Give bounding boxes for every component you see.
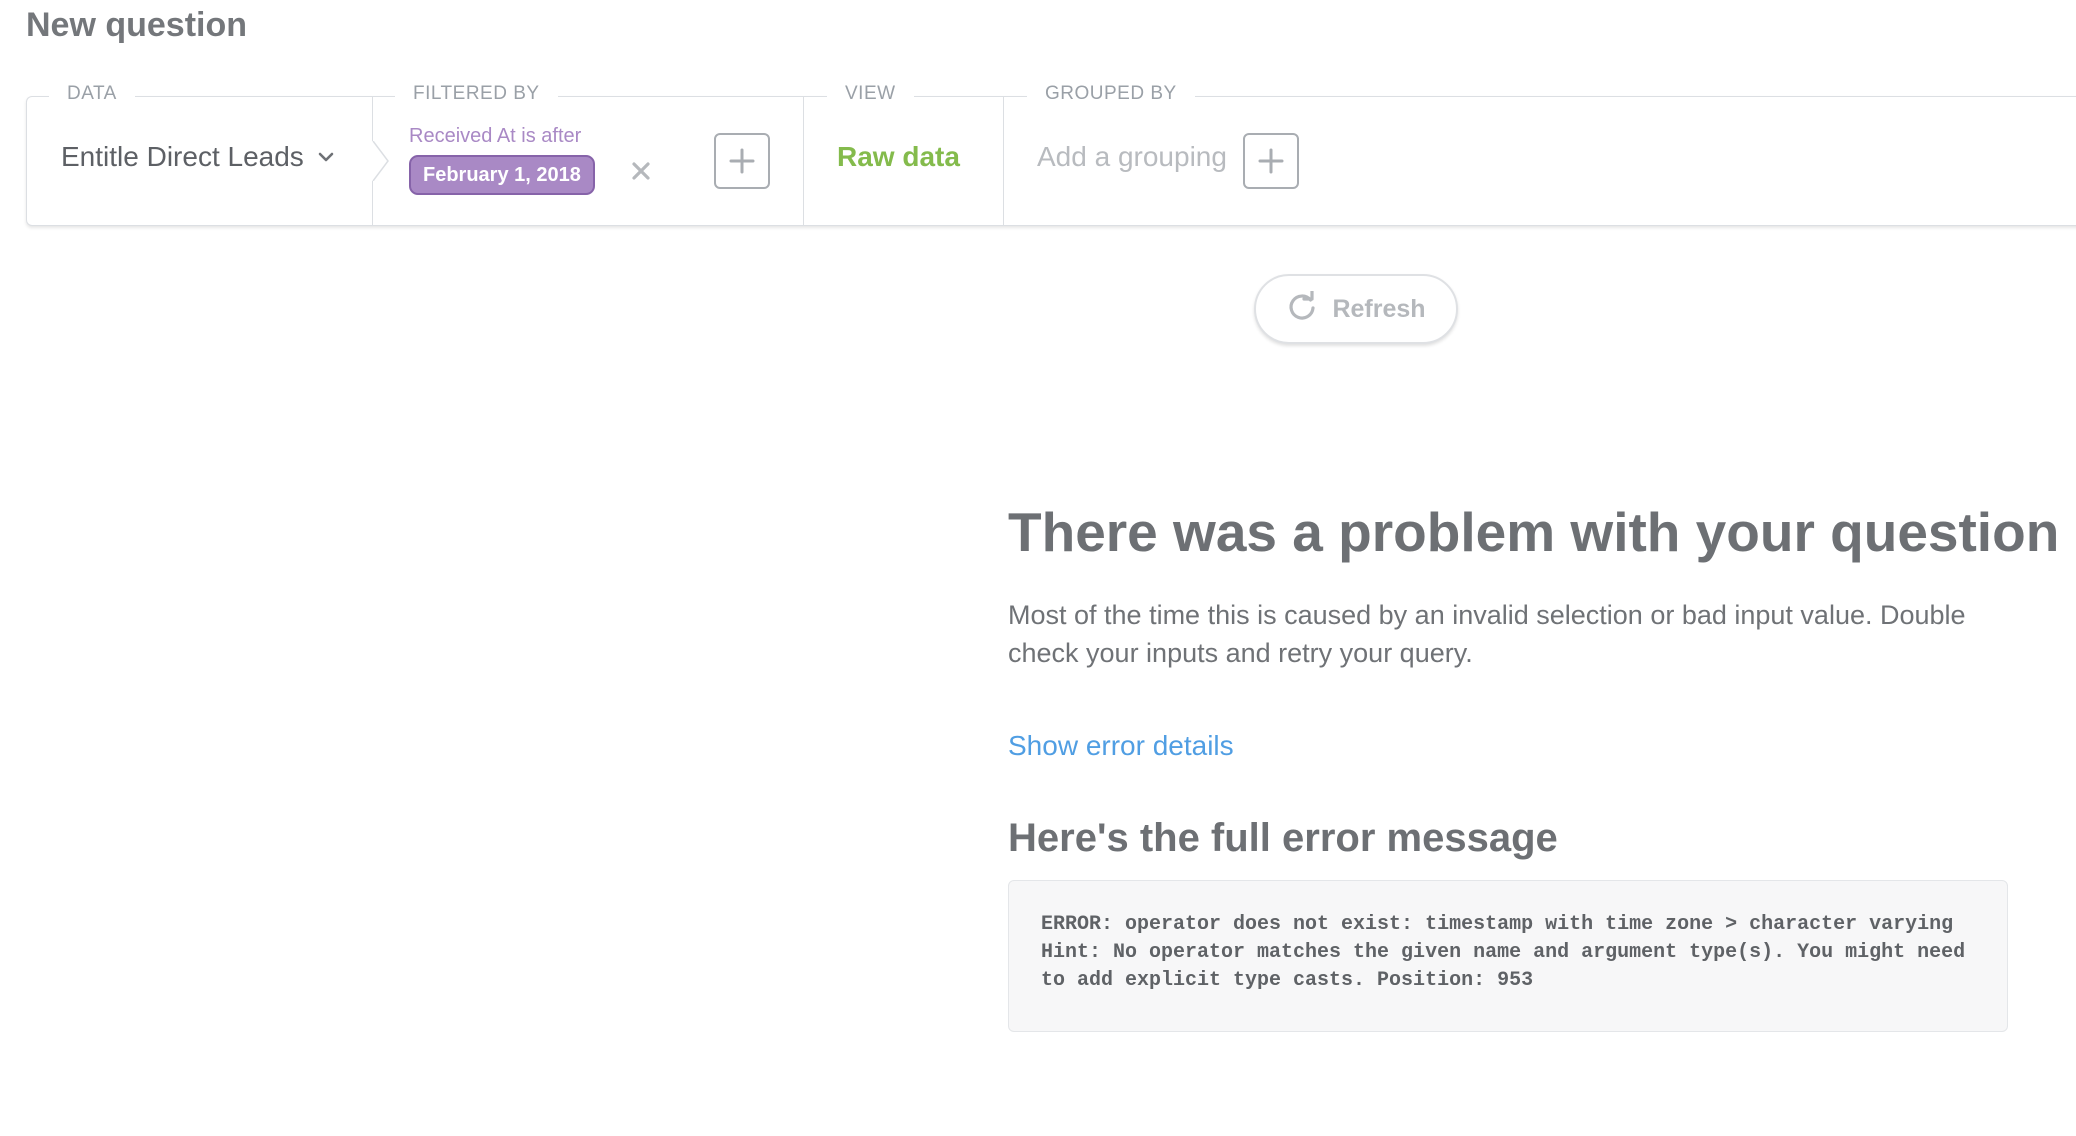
error-message-box: ERROR: operator does not exist: timestam…	[1008, 880, 2008, 1032]
data-section-label: DATA	[49, 83, 135, 105]
grouping-section-label: GROUPED BY	[1027, 83, 1195, 105]
view-raw-data[interactable]: Raw data	[837, 141, 960, 173]
plus-icon	[729, 148, 755, 174]
error-title: There was a problem with your question	[1008, 501, 2060, 563]
divider	[372, 97, 373, 141]
refresh-button[interactable]: Refresh	[1254, 274, 1458, 344]
add-grouping-label[interactable]: Add a grouping	[1037, 141, 1227, 173]
page-title: New question	[26, 6, 248, 44]
divider	[372, 181, 373, 225]
filter-value-pill[interactable]: February 1, 2018	[409, 155, 595, 195]
data-table-name: Entitle Direct Leads	[61, 141, 304, 172]
query-builder: DATA Entitle Direct Leads FILTERED BY Re…	[26, 83, 2076, 226]
divider	[803, 97, 804, 225]
view-section-label: VIEW	[827, 83, 914, 105]
add-filter-button[interactable]	[714, 133, 770, 189]
plus-icon	[1258, 148, 1284, 174]
data-table-picker[interactable]: Entitle Direct Leads	[61, 141, 334, 173]
refresh-icon	[1286, 288, 1318, 328]
filter-caption[interactable]: Received At is after	[409, 125, 581, 148]
close-icon	[632, 162, 650, 180]
show-error-details-link[interactable]: Show error details	[1008, 730, 1234, 762]
error-message-heading: Here's the full error message	[1008, 816, 1558, 860]
remove-filter-button[interactable]	[621, 151, 661, 191]
data-section: DATA Entitle Direct Leads	[27, 83, 372, 225]
divider	[1003, 97, 1004, 225]
chevron-down-icon	[318, 151, 334, 163]
error-description: Most of the time this is caused by an in…	[1008, 600, 1966, 668]
refresh-label: Refresh	[1332, 294, 1426, 323]
section-arrow-icon	[372, 140, 412, 182]
add-grouping-button[interactable]	[1243, 133, 1299, 189]
filter-section-label: FILTERED BY	[395, 83, 558, 105]
